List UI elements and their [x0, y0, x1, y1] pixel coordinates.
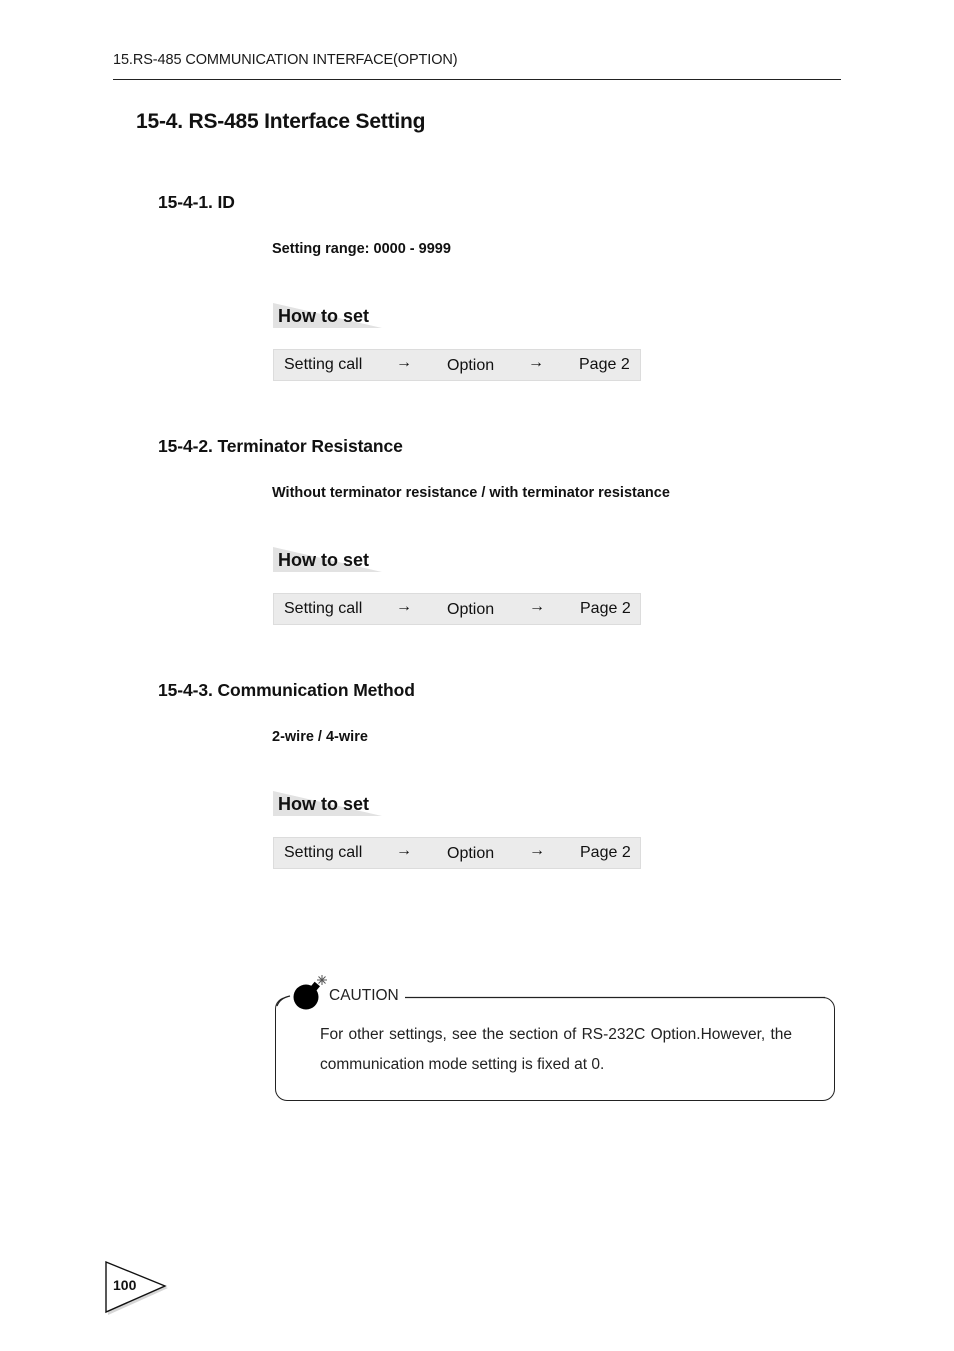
bomb-icon: [293, 975, 327, 1010]
arrow-right-icon: →: [396, 354, 412, 371]
menu-path: Setting call → Option → Page 2: [273, 349, 641, 381]
arrow-right-icon: →: [396, 842, 412, 859]
subsection-description-id: Setting range: 0000 - 9999: [272, 241, 451, 257]
how-to-set-heading: How to set: [273, 303, 382, 328]
path-step: Page 2: [580, 600, 631, 617]
subsection-title-communication-method: 15-4-3. Communication Method: [158, 680, 415, 700]
subsection-title-id: 15-4-1. ID: [158, 192, 235, 212]
path-step: Page 2: [580, 844, 631, 861]
caution-label: CAUTION: [329, 987, 399, 1004]
how-to-set-label: How to set: [278, 306, 370, 326]
path-step: Option: [447, 845, 495, 862]
path-step: Option: [447, 601, 495, 618]
menu-path: Setting call → Option → Page 2: [273, 593, 641, 625]
running-header: 15.RS-485 COMMUNICATION INTERFACE(OPTION…: [113, 52, 458, 68]
how-to-set-heading: How to set: [273, 791, 382, 816]
path-step: Page 2: [579, 356, 630, 373]
path-step: Setting call: [284, 600, 363, 617]
how-to-set-heading: How to set: [273, 547, 382, 572]
path-step: Setting call: [284, 844, 363, 861]
caution-border-top: [405, 996, 825, 999]
caution-text: For other settings, see the section of R…: [320, 1026, 792, 1073]
path-step: Setting call: [284, 356, 363, 373]
subsection-description-terminator: Without terminator resistance / with ter…: [272, 485, 670, 501]
section-title: 15-4. RS-485 Interface Setting: [136, 110, 426, 133]
page-number: 100: [113, 1277, 137, 1293]
how-to-set-label: How to set: [278, 794, 370, 814]
path-step: Option: [447, 357, 495, 374]
arrow-right-icon: →: [529, 842, 545, 859]
how-to-set-label: How to set: [278, 550, 370, 570]
header-rule: [113, 79, 841, 80]
subsection-description-communication-method: 2-wire / 4-wire: [272, 729, 368, 745]
arrow-right-icon: →: [396, 598, 412, 615]
subsection-title-terminator: 15-4-2. Terminator Resistance: [158, 436, 403, 456]
menu-path: Setting call → Option → Page 2: [273, 837, 641, 869]
arrow-right-icon: →: [528, 354, 544, 371]
arrow-right-icon: →: [529, 598, 545, 615]
